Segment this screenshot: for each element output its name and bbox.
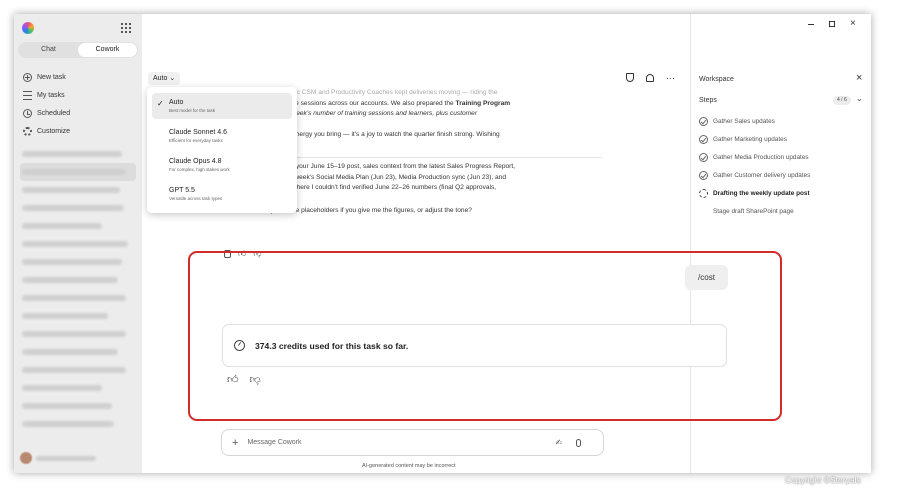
credits-text: 374.3 credits used for this task so far. bbox=[255, 340, 409, 351]
chevron-down-icon[interactable]: ⌄ bbox=[856, 94, 863, 103]
model-name: Claude Sonnet 4.6 bbox=[169, 129, 227, 136]
thumbs-down-icon[interactable]: 👎︎ bbox=[250, 375, 261, 386]
user-profile[interactable] bbox=[20, 452, 96, 464]
edit-style-icon[interactable]: ✍︎ bbox=[555, 438, 562, 447]
list-item[interactable] bbox=[20, 379, 136, 397]
tab-chat[interactable]: Chat bbox=[19, 43, 78, 57]
list-item[interactable] bbox=[20, 397, 136, 415]
mode-switch: Chat Cowork bbox=[18, 42, 138, 58]
sidebar-item-customize[interactable]: Customize bbox=[23, 124, 70, 138]
message-composer: + ✍︎ bbox=[221, 429, 604, 456]
model-option-opus[interactable]: Claude Opus 4.8 For complex, high stakes… bbox=[152, 152, 292, 178]
avatar bbox=[20, 452, 32, 464]
step-item: Stage draft SharePoint page bbox=[713, 207, 794, 215]
user-name bbox=[36, 455, 96, 461]
copilot-logo-icon bbox=[22, 22, 34, 34]
steps-count-badge: 4 / 6 bbox=[833, 96, 851, 105]
task-history-list bbox=[20, 145, 136, 433]
check-circle-icon bbox=[699, 134, 708, 144]
spinner-icon bbox=[699, 188, 708, 198]
tab-cowork[interactable]: Cowork bbox=[78, 43, 137, 57]
list-item[interactable] bbox=[20, 289, 136, 307]
model-description: Versatile across task types bbox=[169, 196, 223, 201]
list-item[interactable] bbox=[20, 217, 136, 235]
sidebar-item-label: Customize bbox=[37, 127, 71, 135]
checkmark-icon: ✓ bbox=[157, 99, 164, 108]
sidebar-item-new-task[interactable]: New task bbox=[23, 70, 66, 84]
sidebar-item-my-tasks[interactable]: My tasks bbox=[23, 88, 65, 102]
window-controls: × bbox=[808, 19, 856, 29]
model-description: For complex, high stakes work bbox=[169, 167, 230, 172]
user-message: /cost bbox=[685, 265, 728, 290]
feedback-actions: 👍︎ 👎︎ bbox=[227, 375, 261, 386]
gear-icon bbox=[23, 126, 32, 136]
model-name: GPT 5.5 bbox=[169, 187, 195, 194]
sidebar-item-scheduled[interactable]: Scheduled bbox=[23, 106, 70, 120]
sidebar-item-label: My tasks bbox=[37, 91, 65, 99]
list-item[interactable] bbox=[20, 181, 136, 199]
bell-icon[interactable] bbox=[646, 73, 654, 82]
app-launcher-icon[interactable] bbox=[121, 23, 131, 33]
model-name: Claude Opus 4.8 bbox=[169, 158, 222, 165]
list-item[interactable] bbox=[20, 271, 136, 289]
list-icon bbox=[23, 90, 32, 100]
model-description: Efficient for everyday tasks bbox=[169, 138, 223, 143]
sidebar: Chat Cowork New task My tasks Scheduled … bbox=[14, 14, 142, 473]
maximize-icon[interactable] bbox=[829, 21, 835, 27]
thumbs-up-icon[interactable]: 👍︎ bbox=[227, 375, 239, 386]
check-circle-icon bbox=[699, 116, 708, 126]
check-circle-icon bbox=[699, 170, 708, 180]
shield-icon[interactable] bbox=[626, 73, 634, 82]
list-item[interactable] bbox=[20, 325, 136, 343]
message-input[interactable] bbox=[247, 439, 548, 446]
model-description: Best model for the task bbox=[169, 108, 216, 113]
model-option-auto[interactable]: ✓ Auto Best model for the task bbox=[152, 93, 292, 119]
model-option-gpt[interactable]: GPT 5.5 Versatile across task types bbox=[152, 181, 292, 207]
more-options-icon[interactable]: ··· bbox=[666, 73, 675, 82]
close-icon[interactable]: × bbox=[856, 73, 862, 84]
list-item[interactable] bbox=[20, 145, 136, 163]
list-item[interactable] bbox=[20, 343, 136, 361]
header-actions: ··· bbox=[626, 73, 675, 82]
step-item: Gather Media Production updates bbox=[699, 151, 809, 163]
close-window-icon[interactable]: × bbox=[850, 19, 856, 29]
model-selector-button[interactable]: Auto ⌄ bbox=[148, 72, 181, 85]
model-name: Auto bbox=[169, 99, 184, 106]
minimize-icon[interactable] bbox=[808, 23, 814, 25]
gauge-icon bbox=[234, 340, 245, 351]
model-option-sonnet[interactable]: Claude Sonnet 4.6 Efficient for everyday… bbox=[152, 123, 292, 149]
steps-label: Steps bbox=[699, 97, 717, 104]
list-item[interactable] bbox=[20, 235, 136, 253]
sidebar-item-label: Scheduled bbox=[37, 109, 71, 117]
add-attachment-icon[interactable]: + bbox=[232, 437, 238, 449]
workspace-title: Workspace bbox=[699, 76, 734, 83]
credits-response-card: 374.3 credits used for this task so far. bbox=[222, 324, 727, 367]
copyright-text: Copyright ©Storyals bbox=[785, 475, 861, 485]
step-item: Gather Marketing updates bbox=[699, 133, 787, 145]
list-item[interactable] bbox=[20, 307, 136, 325]
list-item[interactable] bbox=[20, 361, 136, 379]
clock-icon bbox=[23, 108, 32, 118]
list-item[interactable] bbox=[20, 163, 136, 181]
model-menu: ✓ Auto Best model for the task Claude So… bbox=[147, 87, 297, 213]
list-item[interactable] bbox=[20, 415, 136, 433]
microphone-icon[interactable] bbox=[576, 438, 582, 447]
list-item[interactable] bbox=[20, 253, 136, 271]
ai-disclaimer: AI-generated content may be incorrect bbox=[362, 463, 456, 469]
list-item[interactable] bbox=[20, 199, 136, 217]
step-item: Drafting the weekly update post bbox=[699, 187, 810, 199]
step-item: Gather Sales updates bbox=[699, 115, 775, 127]
step-item: Gather Customer delivery updates bbox=[699, 169, 810, 181]
check-circle-icon bbox=[699, 152, 708, 162]
sidebar-item-label: New task bbox=[37, 73, 66, 81]
plus-circle-icon bbox=[23, 72, 32, 82]
